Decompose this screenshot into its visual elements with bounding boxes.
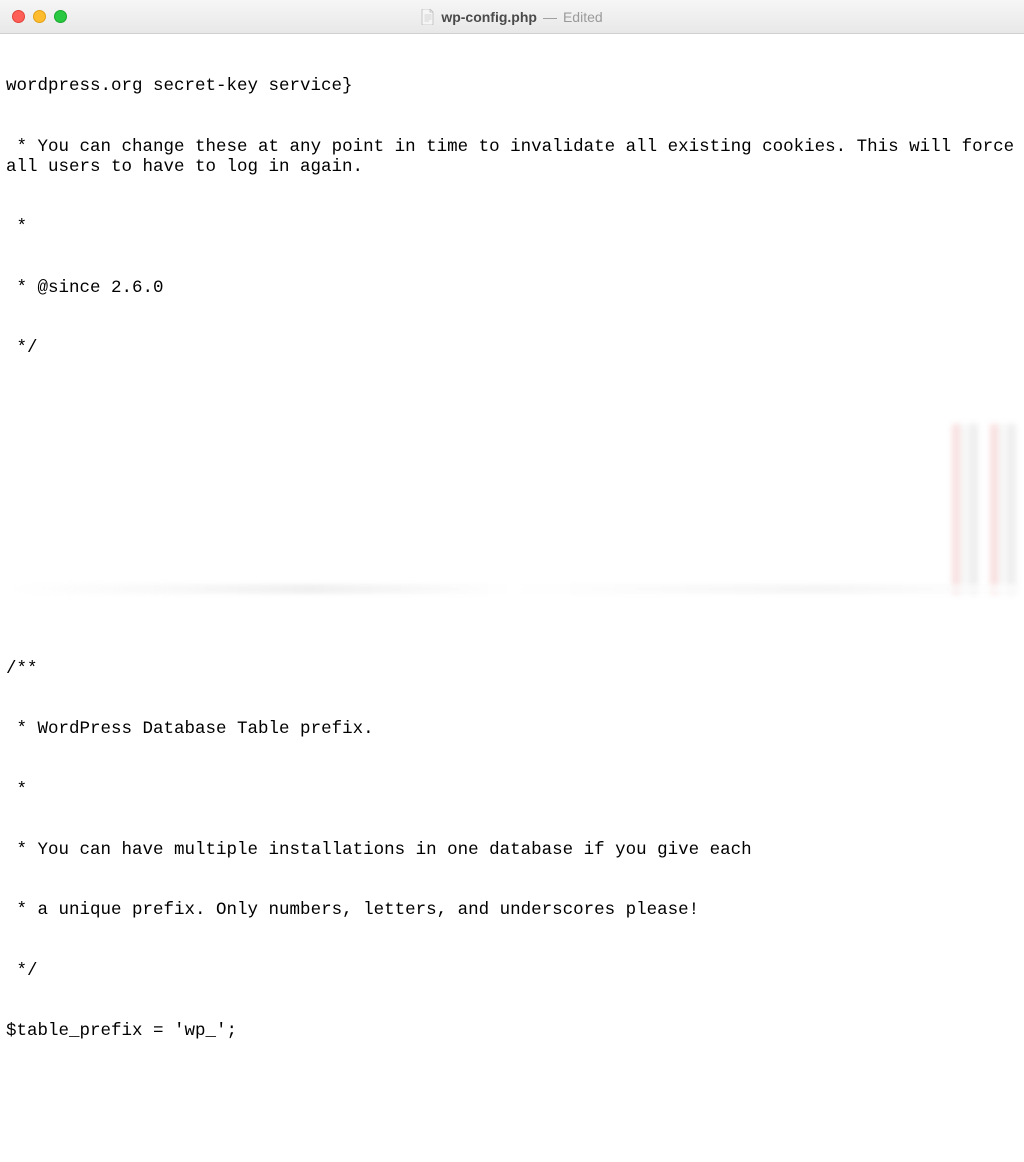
redacted-secret-keys-block (6, 424, 1018, 594)
title-filename: wp-config.php (441, 9, 537, 25)
document-icon (421, 9, 435, 25)
code-line: /** (6, 659, 1018, 679)
code-line: * You can have multiple installations in… (6, 840, 1018, 860)
code-line: * (6, 217, 1018, 237)
code-line: */ (6, 338, 1018, 358)
code-line: wordpress.org secret-key service} (6, 76, 1018, 96)
code-line: * a unique prefix. Only numbers, letters… (6, 900, 1018, 920)
window-titlebar: wp-config.php — Edited (0, 0, 1024, 34)
close-button[interactable] (12, 10, 25, 23)
code-line: * (6, 780, 1018, 800)
text-editor-area[interactable]: wordpress.org secret-key service} * You … (0, 34, 1024, 1162)
code-line: * @since 2.6.0 (6, 278, 1018, 298)
code-line: */ (6, 961, 1018, 981)
code-line: $table_prefix = 'wp_'; (6, 1021, 1018, 1041)
redacted-bottom-edge (6, 584, 1018, 594)
traffic-lights (12, 10, 67, 23)
maximize-button[interactable] (54, 10, 67, 23)
code-line: * WordPress Database Table prefix. (6, 719, 1018, 739)
code-line: * You can change these at any point in t… (6, 137, 1018, 177)
redacted-stripe (952, 424, 1018, 594)
title-edited-status: Edited (563, 9, 603, 25)
highlighted-define-line-wrapper: define( 'WP_MEMORY_LIMIT', '128M' ); (6, 1148, 1018, 1162)
title-separator: — (543, 9, 557, 25)
minimize-button[interactable] (33, 10, 46, 23)
window-title: wp-config.php — Edited (0, 9, 1024, 25)
